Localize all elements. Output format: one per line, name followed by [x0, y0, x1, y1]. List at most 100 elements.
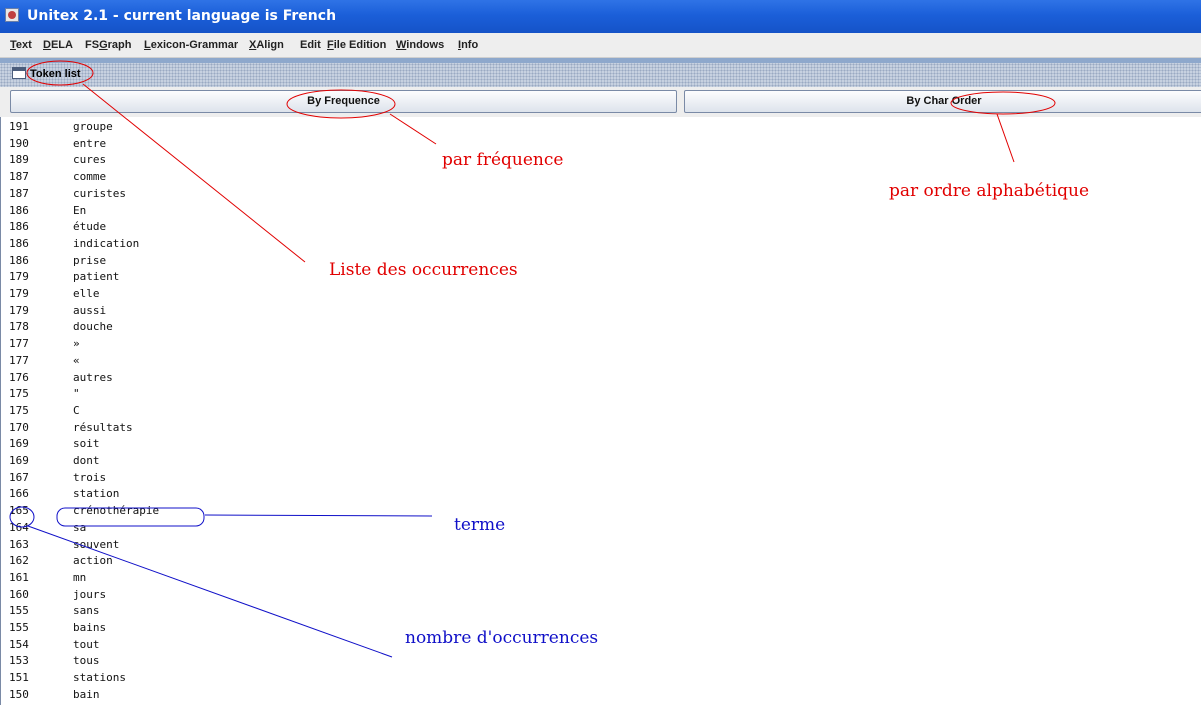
menu-info[interactable]: Info: [458, 39, 478, 51]
token-term: bains: [73, 621, 107, 634]
token-count: 164: [9, 520, 29, 534]
menu-lexicon-grammar[interactable]: Lexicon-Grammar: [144, 39, 238, 51]
list-item[interactable]: 169 soit: [1, 434, 301, 451]
token-count: 186: [9, 203, 29, 217]
list-item[interactable]: 189 cures: [1, 150, 301, 167]
menu-label: exicon-Grammar: [150, 39, 239, 51]
token-term: elle: [73, 287, 100, 300]
menu-file-edition[interactable]: File Edition: [327, 39, 386, 51]
list-item[interactable]: 175 ": [1, 384, 301, 401]
list-item[interactable]: 164 sa: [1, 518, 301, 535]
list-item[interactable]: 161 mn: [1, 568, 301, 585]
menu-mnemonic: L: [144, 39, 151, 51]
token-count: 179: [9, 303, 29, 317]
token-count: 176: [9, 370, 29, 384]
list-item[interactable]: 177 »: [1, 334, 301, 351]
list-item[interactable]: 163 souvent: [1, 535, 301, 552]
menu-mnemonic: W: [396, 39, 407, 51]
token-term: station: [73, 487, 120, 501]
token-term: douche: [73, 320, 113, 334]
token-count: 169: [9, 437, 29, 451]
token-term: comme: [73, 170, 107, 184]
unitex-app-icon[interactable]: [5, 8, 19, 22]
token-count: 190: [9, 136, 29, 150]
menu-edit[interactable]: Edit: [300, 39, 321, 51]
list-item[interactable]: 186 prise: [1, 251, 301, 268]
list-item[interactable]: 170 résultats: [1, 418, 301, 435]
token-term: entre: [73, 136, 107, 150]
list-item[interactable]: 162 action: [1, 551, 301, 568]
list-item[interactable]: 166 station: [1, 484, 301, 501]
token-count: 153: [9, 654, 29, 668]
menu-label: raph: [107, 39, 132, 51]
menu-xalign[interactable]: XAlign: [249, 39, 284, 51]
list-item[interactable]: 177 «: [1, 351, 301, 368]
list-item[interactable]: 151 stations: [1, 668, 301, 685]
token-count: 166: [9, 487, 29, 501]
token-count: 179: [9, 287, 29, 300]
menu-label: FS: [85, 39, 100, 51]
token-count: 154: [9, 637, 29, 651]
list-item[interactable]: 186 étude: [1, 217, 301, 234]
list-item[interactable]: 191 groupe: [1, 117, 301, 134]
token-term: soit: [73, 437, 100, 451]
frame-icon[interactable]: [12, 67, 26, 79]
token-list[interactable]: 191 groupe 190 entre 189 cures 187 comme 187 curi…: [0, 117, 1201, 705]
list-item[interactable]: 179 aussi: [1, 301, 301, 318]
list-item[interactable]: 155 sans: [1, 601, 301, 618]
token-count: 151: [9, 671, 29, 685]
token-term: ": [73, 387, 80, 401]
menu-fsgraph[interactable]: FSGraph: [85, 39, 131, 51]
list-item[interactable]: 169 dont: [1, 451, 301, 468]
list-item[interactable]: 154 tout: [1, 635, 301, 652]
list-item[interactable]: 187 curistes: [1, 184, 301, 201]
token-count: 161: [9, 570, 29, 584]
list-item[interactable]: 186 En: [1, 201, 301, 218]
list-item[interactable]: 179 elle: [1, 284, 301, 301]
list-item[interactable]: 175 C: [1, 401, 301, 418]
list-item[interactable]: 186 indication: [1, 234, 301, 251]
token-term: sans: [73, 604, 100, 618]
list-item[interactable]: 187 comme: [1, 167, 301, 184]
menu-bar: Text DELA FSGraph Lexicon-Grammar XAlign…: [0, 33, 1201, 58]
list-item[interactable]: 155 bains: [1, 618, 301, 635]
title-bar[interactable]: Unitex 2.1 - current language is French: [0, 0, 1201, 33]
list-item[interactable]: 153 tous: [1, 651, 301, 668]
token-term: jours: [73, 587, 107, 601]
token-term: stations: [73, 671, 126, 685]
token-term: trois: [73, 470, 107, 484]
token-term: cures: [73, 153, 107, 167]
list-item[interactable]: 150 bain: [1, 685, 301, 702]
token-term: indication: [73, 236, 140, 250]
menu-label: indows: [406, 39, 445, 51]
by-char-order-button[interactable]: By Char Order: [684, 90, 1201, 113]
token-count: 191: [9, 120, 29, 133]
frame-title: Token list: [30, 68, 81, 80]
token-term: résultats: [73, 420, 133, 434]
token-term: dont: [73, 454, 100, 467]
menu-text[interactable]: Text: [10, 39, 32, 51]
token-count: 162: [9, 554, 29, 568]
menu-dela[interactable]: DELA: [43, 39, 73, 51]
token-count: 177: [9, 337, 29, 351]
token-term: tous: [73, 654, 100, 668]
annotation-liste-des-occurrences: Liste des occurrences: [329, 260, 518, 280]
token-term: groupe: [73, 120, 113, 133]
menu-mnemonic: D: [43, 39, 51, 51]
token-count: 189: [9, 153, 29, 167]
menu-windows[interactable]: Windows: [396, 39, 444, 51]
list-item[interactable]: 176 autres: [1, 368, 301, 385]
by-frequence-button[interactable]: By Frequence: [10, 90, 677, 113]
list-item[interactable]: 179 patient: [1, 267, 301, 284]
list-item[interactable]: 165 crénothérapie: [1, 501, 301, 518]
list-item[interactable]: 190 entre: [1, 134, 301, 151]
annotation-par-frequence: par fréquence: [442, 150, 564, 170]
list-item[interactable]: 167 trois: [1, 468, 301, 485]
token-count: 178: [9, 320, 29, 334]
list-item[interactable]: 178 douche: [1, 317, 301, 334]
token-count: 167: [9, 470, 29, 484]
token-term: patient: [73, 270, 120, 284]
list-item[interactable]: 160 jours: [1, 585, 301, 602]
frame-title-bar[interactable]: [0, 63, 1201, 87]
annotation-terme: terme: [454, 515, 506, 535]
